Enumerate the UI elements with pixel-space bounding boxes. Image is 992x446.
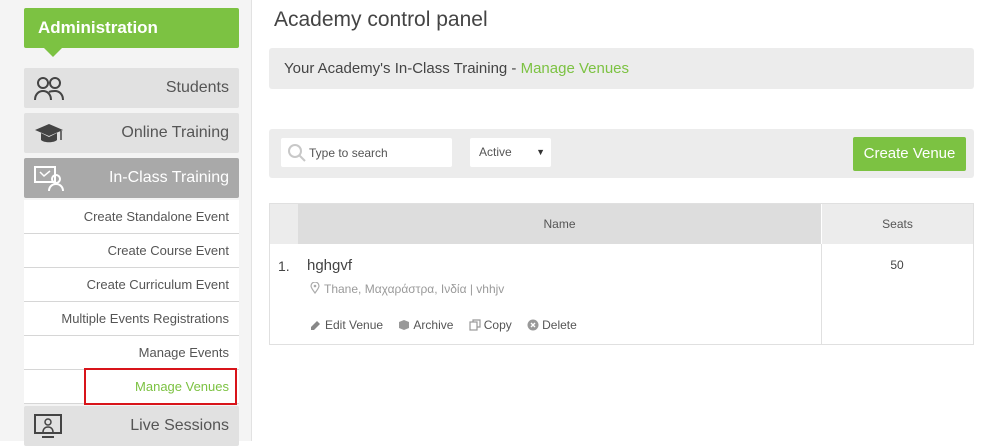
edit-icon bbox=[311, 321, 320, 330]
page-title: Academy control panel bbox=[274, 8, 488, 31]
archive-label: Archive bbox=[413, 318, 454, 332]
search-box bbox=[281, 138, 452, 167]
sidebar-item-students[interactable]: Students bbox=[24, 68, 239, 108]
archive-action[interactable]: Archive bbox=[398, 318, 453, 332]
header-name[interactable]: Name bbox=[298, 204, 821, 244]
status-filter-select[interactable]: Active ▼ bbox=[470, 138, 551, 167]
classroom-icon bbox=[32, 164, 66, 192]
venue-location-text: Thane, Μαχαράστρα, Ινδία | vhhjv bbox=[324, 282, 505, 296]
delete-label: Delete bbox=[542, 318, 577, 332]
submenu-multiple-events-registrations[interactable]: Multiple Events Registrations bbox=[24, 302, 239, 336]
sidebar-item-label: In-Class Training bbox=[108, 169, 229, 186]
venue-seats: 50 bbox=[890, 258, 904, 272]
administration-header: Administration bbox=[24, 8, 239, 57]
live-session-icon bbox=[32, 412, 66, 440]
row-number: 1. bbox=[278, 258, 290, 274]
copy-icon bbox=[469, 319, 481, 331]
sidebar-item-in-class-training[interactable]: In-Class Training bbox=[24, 158, 239, 198]
submenu-create-standalone-event[interactable]: Create Standalone Event bbox=[24, 200, 239, 234]
table-header-row: Name Seats bbox=[270, 204, 973, 244]
create-venue-button[interactable]: Create Venue bbox=[853, 137, 966, 171]
copy-label: Copy bbox=[483, 318, 512, 332]
venues-toolbar: Active ▼ Create Venue bbox=[269, 129, 974, 178]
sidebar-item-label: Online Training bbox=[121, 124, 229, 141]
selection-highlight-box bbox=[84, 368, 237, 405]
breadcrumb-link-manage-venues[interactable]: Manage Venues bbox=[521, 60, 629, 77]
sidebar-item-online-training[interactable]: Online Training bbox=[24, 113, 239, 153]
breadcrumb: Your Academy's In-Class Training - Manag… bbox=[269, 48, 974, 89]
venue-location: Thane, Μαχαράστρα, Ινδία | vhhjv bbox=[310, 281, 505, 296]
caret-down-icon: ▼ bbox=[536, 147, 545, 157]
delete-icon bbox=[527, 319, 539, 331]
submenu-create-course-event[interactable]: Create Course Event bbox=[24, 234, 239, 268]
sidebar-item-live-sessions[interactable]: Live Sessions bbox=[24, 406, 239, 446]
submenu-manage-events[interactable]: Manage Events bbox=[24, 336, 239, 370]
edit-venue-action[interactable]: Edit Venue bbox=[310, 318, 383, 332]
delete-action[interactable]: Delete bbox=[527, 318, 577, 332]
map-pin-icon bbox=[310, 281, 320, 295]
row-actions: Edit Venue Archive Copy Delete bbox=[310, 318, 589, 332]
breadcrumb-prefix: Your Academy's In-Class Training - bbox=[284, 60, 521, 77]
sidebar: Administration Students Online Training … bbox=[0, 0, 252, 446]
submenu-create-curriculum-event[interactable]: Create Curriculum Event bbox=[24, 268, 239, 302]
venues-table: Name Seats 1. hghgvf Thane, Μαχαράστρα, … bbox=[269, 203, 974, 345]
main-content: Academy control panel Your Academy's In-… bbox=[252, 0, 992, 441]
students-icon bbox=[32, 74, 66, 102]
header-index-cell bbox=[270, 204, 298, 244]
edit-venue-label: Edit Venue bbox=[325, 318, 384, 332]
graduation-cap-icon bbox=[32, 119, 66, 147]
sidebar-item-label: Live Sessions bbox=[130, 417, 229, 434]
venue-name[interactable]: hghgvf bbox=[307, 257, 352, 274]
status-filter-value: Active bbox=[479, 145, 512, 159]
archive-icon bbox=[399, 320, 410, 330]
copy-action[interactable]: Copy bbox=[469, 318, 512, 332]
search-icon bbox=[287, 143, 307, 163]
sidebar-item-label: Students bbox=[165, 79, 229, 96]
search-input[interactable] bbox=[309, 138, 447, 167]
header-seats[interactable]: Seats bbox=[821, 204, 973, 244]
